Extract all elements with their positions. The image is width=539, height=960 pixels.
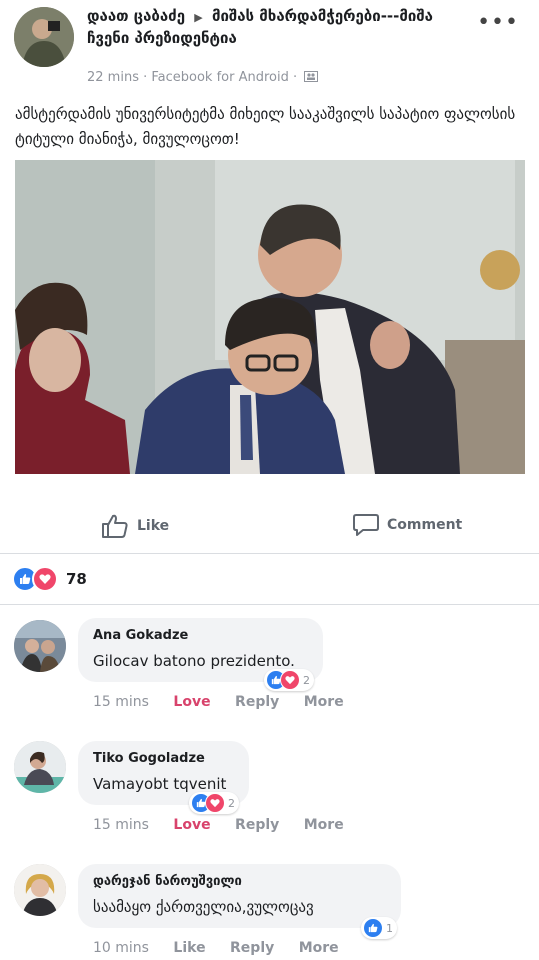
comment-time: 15 mins [93, 817, 149, 833]
like-button-label: Like [137, 518, 170, 534]
post-text: ამსტერდამის უნივერსიტეტმა მიხეილ სააკაშვ… [15, 105, 516, 148]
author-avatar[interactable] [14, 7, 74, 67]
thumbs-up-icon [102, 514, 128, 538]
reply-button[interactable]: Reply [235, 694, 279, 710]
reply-button[interactable]: Reply [230, 940, 274, 956]
comment-author[interactable]: დარეჯან ნაროუშვილი [93, 873, 385, 891]
author-name[interactable]: დაათ ცაბაძე [87, 7, 185, 25]
more-button[interactable]: More [299, 940, 339, 956]
love-reaction-icon [32, 566, 58, 592]
love-reaction-icon [280, 670, 300, 690]
post-header: დაათ ცაბაძე ▶ მიშას მხარდამჭერები---მიშა… [0, 0, 539, 95]
comment-actions: 10 mins Like Reply More [93, 940, 359, 956]
reaction-count: 78 [66, 570, 87, 588]
comment-reactions[interactable]: 2 [264, 669, 314, 691]
comment-time: 10 mins [93, 940, 149, 956]
avatar[interactable] [14, 864, 66, 916]
comment-author[interactable]: Ana Gokadze [93, 627, 307, 645]
comment-bubble[interactable]: დარეჯან ნაროუშვილი საამაყო ქართველია,ვულ… [78, 864, 401, 928]
comment-reaction-count: 2 [228, 796, 235, 810]
comment-reaction-count: 2 [303, 673, 310, 687]
love-reaction-button[interactable]: Love [173, 817, 210, 833]
avatar[interactable] [14, 741, 66, 793]
more-button[interactable]: More [304, 817, 344, 833]
comment-button[interactable]: Comment [353, 513, 462, 537]
reaction-summary[interactable]: 78 [12, 566, 87, 592]
divider [0, 604, 539, 605]
like-reaction-icon [363, 918, 383, 938]
comment-text: საამაყო ქართველია,ვულოცავ [93, 898, 314, 916]
group-audience-icon [304, 71, 319, 82]
speech-bubble-icon [353, 514, 379, 536]
divider [0, 553, 539, 554]
reply-button[interactable]: Reply [235, 817, 279, 833]
more-dots-icon[interactable]: ••• [477, 10, 519, 35]
post-photo[interactable] [15, 160, 525, 474]
author-line: დაათ ცაბაძე ▶ მიშას მხარდამჭერები---მიშა… [87, 6, 477, 48]
post-action-bar: Like Comment [0, 505, 539, 550]
post-meta-text[interactable]: 22 mins · Facebook for Android · [87, 70, 297, 85]
love-reaction-icon [205, 793, 225, 813]
comment-author[interactable]: Tiko Gogoladze [93, 750, 233, 768]
comment-reactions[interactable]: 1 [361, 917, 397, 939]
comment-reaction-count: 1 [386, 921, 393, 935]
comment-reactions[interactable]: 2 [189, 792, 239, 814]
avatar[interactable] [14, 620, 66, 672]
comment-actions: 15 mins Love Reply More [93, 817, 364, 833]
triangle-right-icon: ▶ [194, 11, 203, 24]
like-button[interactable]: Like [101, 513, 169, 539]
comment-time: 15 mins [93, 694, 149, 710]
post-meta: 22 mins · Facebook for Android · [87, 70, 319, 85]
more-button[interactable]: More [304, 694, 344, 710]
like-reaction-button[interactable]: Like [173, 940, 205, 956]
comment-actions: 15 mins Love Reply More [93, 694, 364, 710]
comment-button-label: Comment [387, 517, 463, 533]
love-reaction-button[interactable]: Love [173, 694, 210, 710]
